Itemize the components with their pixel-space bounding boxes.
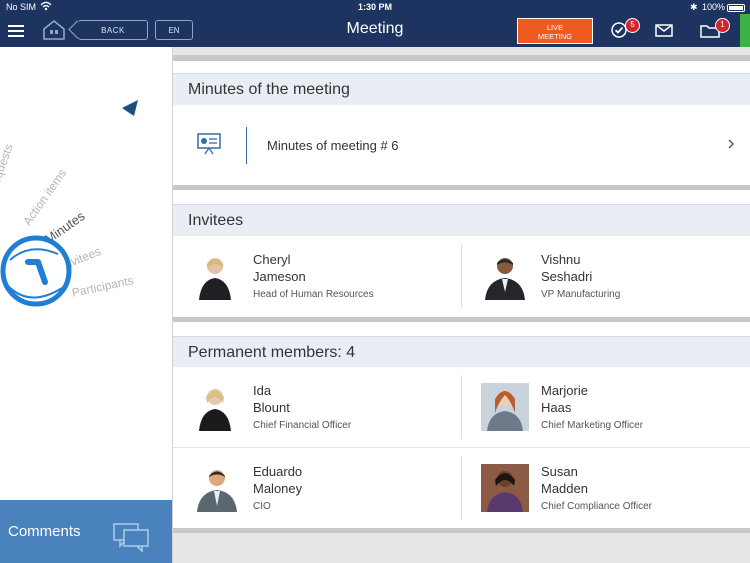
person-role: CIO [253,501,271,512]
live-meeting-label-2: MEETING [537,32,573,41]
avatar [481,464,529,512]
person-role: Chief Compliance Officer [541,501,652,512]
bluetooth-icon: ✱ [690,2,698,12]
back-button-label: BACK [101,25,125,35]
person-card[interactable]: Vishnu Seshadri VP Manufacturing [461,236,750,316]
person-role: Chief Financial Officer [253,420,352,431]
home-icon[interactable] [42,19,66,41]
status-bar: No SIM 1:30 PM ✱ 100% [0,0,750,14]
avatar [193,252,241,300]
top-spacer [173,61,750,73]
person-first-name: Marjorie [541,383,588,398]
minutes-section-header: Minutes of the meeting [173,73,750,105]
hamburger-icon[interactable] [8,25,24,37]
comments-icon[interactable] [112,520,150,552]
section-spacer [173,190,750,204]
person-role: Chief Marketing Officer [541,420,644,431]
person-card[interactable]: Eduardo Maloney CIO [173,448,461,528]
person-first-name: Eduardo [253,464,303,479]
tasks-badge: 5 [625,18,640,33]
minutes-item-label: Minutes of meeting # 6 [267,138,399,153]
navigation-bar: BACK EN Meeting LIVE MEETING 5 1 [0,14,750,47]
person-card[interactable]: Susan Madden Chief Compliance Officer [461,448,750,528]
avatar [481,252,529,300]
minutes-item-divider [246,127,247,164]
dial-knob-icon[interactable] [0,232,75,310]
person-first-name: Ida [253,383,272,398]
battery-percent: 100% [702,2,726,12]
person-last-name: Haas [541,400,572,415]
members-section-header: Permanent members: 4 [173,336,750,368]
top-bar: No SIM 1:30 PM ✱ 100% BACK EN Meeting LI… [0,0,750,47]
avatar [481,383,529,431]
person-card[interactable]: Marjorie Haas Chief Marketing Officer [461,367,750,447]
back-button[interactable]: BACK [78,20,148,40]
dial-item-requests[interactable]: Requests [0,142,16,194]
section-spacer [173,322,750,336]
person-last-name: Jameson [253,269,306,284]
person-first-name: Cheryl [253,252,291,267]
person-role: VP Manufacturing [541,289,621,300]
language-label: EN [168,25,180,35]
documents-badge: 1 [715,18,730,33]
person-last-name: Maloney [253,481,303,496]
members-list: Ida Blount Chief Financial Officer Marjo… [173,367,750,528]
live-meeting-label-1: LIVE [546,23,564,32]
person-first-name: Vishnu [541,252,581,267]
person-first-name: Susan [541,464,578,479]
members-bottom-rule [173,528,750,533]
dial-item-participants[interactable]: Participants [71,273,135,300]
minutes-header-label: Minutes of the meeting [188,81,350,98]
invitees-list: Cheryl Jameson Head of Human Resources V… [173,236,750,317]
avatar [193,383,241,431]
clock: 1:30 PM [357,2,392,12]
person-last-name: Blount [253,400,290,415]
person-card[interactable]: Ida Blount Chief Financial Officer [173,367,461,447]
chevron-right-icon [728,139,734,149]
person-last-name: Seshadri [541,269,593,284]
page-title: Meeting [346,20,404,37]
dial-pointer-icon [122,100,138,116]
presentation-icon [197,133,221,155]
person-last-name: Madden [541,481,588,496]
mail-icon[interactable] [655,24,673,37]
invitees-header-label: Invitees [188,212,244,229]
person-role: Head of Human Resources [253,289,374,300]
avatar [193,464,241,512]
language-button[interactable]: EN [155,20,193,40]
minutes-item[interactable]: Minutes of meeting # 6 [173,105,750,185]
members-header-label: Permanent members: 4 [188,344,356,361]
status-indicator [740,14,750,47]
comments-label: Comments [8,523,81,540]
person-card[interactable]: Cheryl Jameson Head of Human Resources [173,236,461,316]
invitees-section-header: Invitees [173,204,750,236]
battery-icon [727,4,745,12]
live-meeting-button[interactable]: LIVE MEETING [517,18,593,44]
